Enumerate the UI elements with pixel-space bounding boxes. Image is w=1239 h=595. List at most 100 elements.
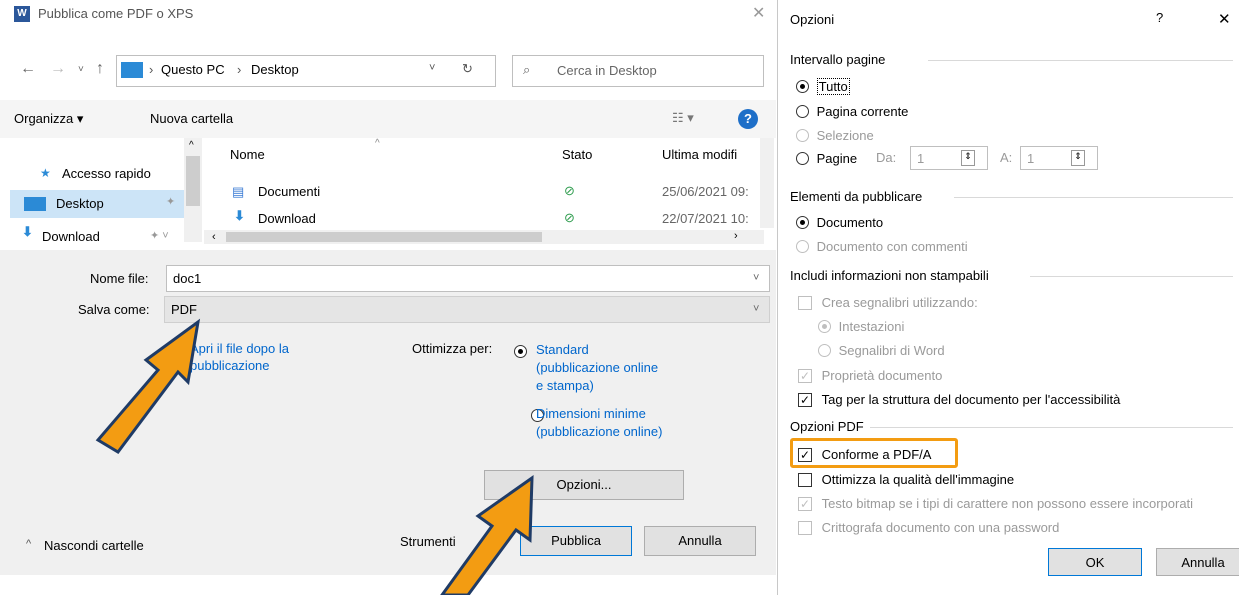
desktop-icon bbox=[121, 62, 143, 78]
to-label: A: bbox=[1000, 150, 1013, 165]
radio-word-bookmarks[interactable] bbox=[818, 344, 831, 358]
check-encrypt[interactable] bbox=[798, 520, 812, 535]
check-doc-props[interactable]: ✓ bbox=[798, 368, 812, 383]
forward-icon[interactable]: → bbox=[50, 60, 66, 78]
back-icon[interactable]: ← bbox=[20, 60, 36, 78]
help-button[interactable]: ? bbox=[1156, 10, 1163, 25]
radio-comments-row[interactable]: Documento con commenti bbox=[796, 238, 968, 254]
radio-standard[interactable] bbox=[514, 345, 527, 359]
check-optimize-image-row[interactable]: Ottimizza la qualità dell'immagine bbox=[798, 471, 1014, 487]
radio-headings-row[interactable]: Intestazioni bbox=[818, 318, 904, 334]
list-item[interactable]: Download bbox=[258, 211, 316, 226]
radio-pages-row[interactable]: Pagine bbox=[796, 150, 857, 166]
annotation-arrow-save-as bbox=[95, 318, 201, 454]
options-dialog: Opzioni ? ✕ Intervallo pagine Tutto Pagi… bbox=[777, 0, 1239, 595]
pin-icon: ✦ ˅ bbox=[150, 230, 169, 242]
check-bitmap-row[interactable]: ✓ Testo bitmap se i tipi di carattere no… bbox=[798, 495, 1239, 511]
sync-ok-icon: ⊘ bbox=[564, 183, 575, 198]
view-icon[interactable]: ☷ ▾ bbox=[672, 110, 694, 126]
optimize-label: Ottimizza per: bbox=[412, 341, 493, 356]
sidebar-item-desktop[interactable]: Desktop ✦ bbox=[10, 190, 185, 218]
check-tags-row[interactable]: ✓ Tag per la struttura del documento per… bbox=[798, 391, 1120, 407]
from-spinner[interactable]: 1 ⇕ bbox=[910, 146, 988, 170]
download-icon: ⬇ bbox=[234, 208, 245, 223]
from-label: Da: bbox=[876, 150, 897, 165]
chevron-down-icon: ˅ bbox=[753, 272, 760, 284]
spin-icon[interactable]: ⇕ bbox=[1071, 150, 1085, 166]
address-dropdown-icon[interactable]: ˅ bbox=[429, 62, 435, 74]
check-pdfa[interactable]: ✓ bbox=[798, 447, 812, 462]
opt-standard-text[interactable]: Standard (pubblicazione online e stampa) bbox=[536, 341, 658, 395]
column-status[interactable]: Stato bbox=[562, 147, 592, 162]
radio-current-row[interactable]: Pagina corrente bbox=[796, 103, 908, 119]
search-input[interactable]: ⌕ Cerca in Desktop bbox=[512, 55, 764, 87]
radio-all[interactable] bbox=[796, 80, 809, 94]
toolbar bbox=[0, 100, 776, 138]
refresh-icon[interactable]: ↻ bbox=[462, 61, 473, 77]
breadcrumb-this-pc[interactable]: Questo PC bbox=[161, 62, 225, 77]
check-bookmarks-row[interactable]: Crea segnalibri utilizzando: bbox=[798, 294, 978, 310]
to-spinner[interactable]: 1 ⇕ bbox=[1020, 146, 1098, 170]
search-icon: ⌕ bbox=[523, 62, 531, 77]
sidebar-item-quick-access[interactable]: Accesso rapido bbox=[62, 166, 151, 181]
chevron-down-icon: ˅ bbox=[753, 303, 760, 315]
column-modified[interactable]: Ultima modifi bbox=[662, 147, 737, 162]
options-cancel-button[interactable]: Annulla bbox=[1156, 548, 1239, 576]
publish-dialog: W Pubblica come PDF o XPS ✕ ← → ˅ ↑ › Qu… bbox=[0, 0, 776, 595]
section-page-range: Intervallo pagine bbox=[790, 52, 886, 67]
radio-word-bookmarks-row[interactable]: Segnalibri di Word bbox=[818, 342, 945, 358]
check-encrypt-row[interactable]: Crittografa documento con una password bbox=[798, 519, 1059, 535]
up-icon[interactable]: ↑ bbox=[96, 60, 104, 78]
radio-document[interactable] bbox=[796, 216, 809, 230]
check-bitmap[interactable]: ✓ bbox=[798, 496, 812, 511]
radio-all-row[interactable]: Tutto bbox=[796, 78, 850, 96]
file-name-input[interactable]: doc1 ˅ bbox=[166, 265, 770, 292]
save-as-select[interactable]: PDF ˅ bbox=[164, 296, 770, 323]
radio-current[interactable] bbox=[796, 105, 809, 119]
arrow-shape bbox=[95, 318, 201, 454]
word-icon: W bbox=[14, 6, 30, 22]
sidebar-scrollbar[interactable]: ^ bbox=[184, 138, 202, 242]
check-doc-props-row[interactable]: ✓ Proprietà documento bbox=[798, 367, 942, 383]
documents-icon: ▤ bbox=[232, 184, 245, 199]
dialog-title: Pubblica come PDF o XPS bbox=[38, 6, 194, 21]
ok-button[interactable]: OK bbox=[1048, 548, 1142, 576]
horizontal-scrollbar[interactable]: ‹ › bbox=[204, 230, 764, 244]
radio-selection[interactable] bbox=[796, 129, 809, 143]
close-icon[interactable]: ✕ bbox=[752, 3, 765, 23]
hide-folders-toggle[interactable]: Nascondi cartelle bbox=[44, 538, 144, 553]
new-folder-button[interactable]: Nuova cartella bbox=[150, 111, 233, 126]
arrow-shape bbox=[440, 475, 534, 595]
spin-icon[interactable]: ⇕ bbox=[961, 150, 975, 166]
download-icon: ⬇ bbox=[22, 224, 33, 239]
star-icon: ★ bbox=[40, 166, 51, 180]
list-scrollbar[interactable] bbox=[760, 138, 774, 228]
chevron-up-icon: ^ bbox=[26, 538, 32, 550]
radio-comments[interactable] bbox=[796, 240, 809, 254]
list-item[interactable]: Documenti bbox=[258, 184, 320, 199]
opt-min-text[interactable]: Dimensioni minime (pubblicazione online) bbox=[536, 405, 662, 441]
radio-pages[interactable] bbox=[796, 152, 809, 166]
column-name[interactable]: Nome bbox=[230, 147, 265, 162]
check-tags[interactable]: ✓ bbox=[798, 392, 812, 407]
history-dropdown-icon[interactable]: ˅ bbox=[78, 64, 84, 75]
help-icon[interactable]: ? bbox=[738, 109, 758, 129]
desktop-icon bbox=[24, 197, 46, 211]
cancel-button[interactable]: Annulla bbox=[644, 526, 756, 556]
address-bar[interactable]: › Questo PC › Desktop ˅ ↻ bbox=[116, 55, 496, 87]
pin-icon: ✦ bbox=[166, 196, 176, 208]
section-pdf-options: Opzioni PDF bbox=[790, 419, 864, 434]
section-nonprint: Includi informazioni non stampabili bbox=[790, 268, 989, 283]
organize-button[interactable]: Organizza ▾ bbox=[14, 111, 83, 127]
radio-document-row[interactable]: Documento bbox=[796, 214, 883, 230]
sync-ok-icon: ⊘ bbox=[564, 210, 575, 225]
breadcrumb-desktop[interactable]: Desktop bbox=[251, 62, 299, 77]
radio-selection-row[interactable]: Selezione bbox=[796, 127, 874, 143]
sidebar-item-download[interactable]: Download bbox=[42, 229, 100, 244]
check-bookmarks[interactable] bbox=[798, 295, 812, 310]
check-optimize-image[interactable] bbox=[798, 472, 812, 487]
radio-headings[interactable] bbox=[818, 320, 831, 334]
check-pdfa-row[interactable]: ✓ Conforme a PDF/A bbox=[798, 446, 931, 462]
close-button[interactable]: ✕ bbox=[1218, 10, 1231, 28]
section-publish-what: Elementi da pubblicare bbox=[790, 189, 923, 204]
